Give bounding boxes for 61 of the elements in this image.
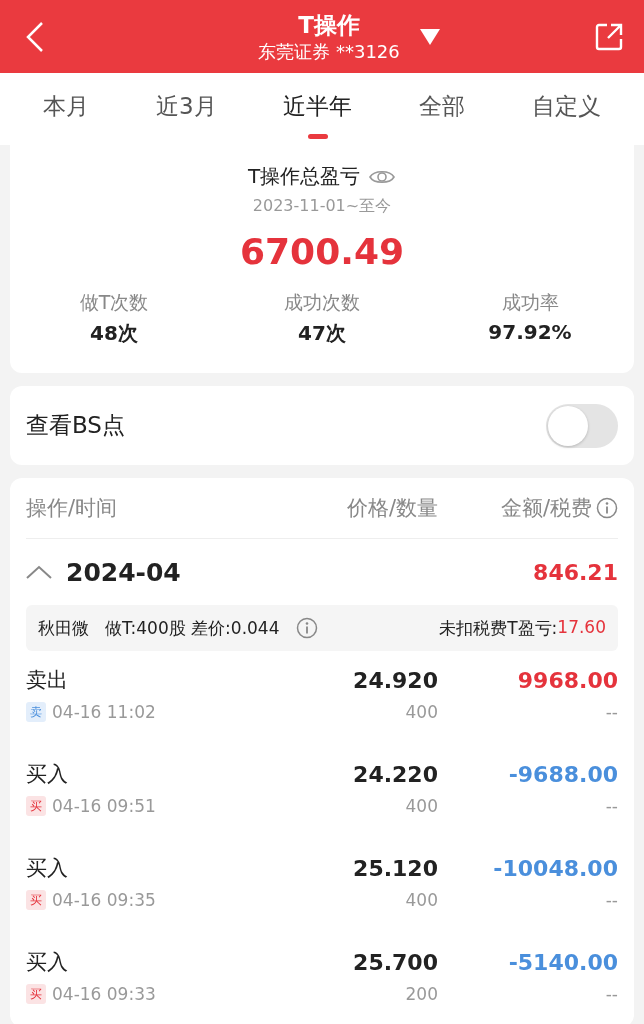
period-tab[interactable]: 本月 [39, 73, 94, 145]
trade-price: 24.220 [353, 761, 438, 787]
profit-label: 未扣税费T盈亏: [439, 616, 558, 640]
trade-price: 24.920 [353, 667, 438, 693]
stat-value: 97.92% [488, 320, 572, 344]
column-header: 操作/时间 [26, 495, 119, 522]
stat-value: 47次 [298, 320, 346, 347]
trade-badge: 买 [26, 890, 46, 910]
stat-value: 48次 [90, 320, 138, 347]
month-label: 2024-04 [66, 557, 181, 587]
total-profit: 6700.49 [240, 231, 404, 272]
stock-detail: 做T:400股 差价:0.044 [105, 616, 280, 640]
trade-badge: 卖 [26, 702, 46, 722]
bs-label: 查看BS点 [26, 411, 125, 440]
trade-action: 买入 [26, 949, 69, 976]
trade-fee: -- [605, 702, 618, 722]
trade-action: 买入 [26, 761, 69, 788]
period-tab[interactable]: 全部 [415, 73, 469, 145]
trade-time: 04-16 09:33 [52, 984, 156, 1004]
trade-badge: 买 [26, 984, 46, 1004]
period-tab[interactable]: 近3月 [152, 73, 221, 145]
summary-title: T操作总盈亏 [247, 163, 361, 190]
month-total: 846.21 [533, 559, 618, 585]
trade-price: 25.700 [353, 949, 438, 975]
period-range: 2023-11-01~至今 [252, 196, 392, 217]
info-icon[interactable] [295, 617, 318, 639]
trade-amount: -9688.00 [508, 761, 618, 787]
trade-action: 卖出 [26, 667, 69, 694]
trade-amount: -5140.00 [508, 949, 618, 975]
profit-value: 17.60 [557, 616, 606, 639]
chevron-up-icon[interactable] [26, 565, 52, 579]
stat-label: 成功率 [501, 290, 559, 315]
trade-fee: -- [605, 796, 618, 816]
trade-action: 买入 [26, 855, 69, 882]
trade-price: 25.120 [353, 855, 438, 881]
trade-time: 04-16 11:02 [52, 702, 156, 722]
trade-time: 04-16 09:51 [52, 796, 156, 816]
trade-quantity: 400 [405, 796, 438, 816]
trade-badge: 买 [26, 796, 46, 816]
trade-time: 04-16 09:35 [52, 890, 156, 910]
trade-amount: -10048.00 [493, 855, 618, 881]
trade-quantity: 400 [405, 702, 438, 722]
stat-label: 成功次数 [284, 290, 360, 315]
column-header: 价格/数量 [346, 495, 438, 522]
column-header: 金额/税费 [500, 495, 592, 522]
period-tab[interactable]: 近半年 [279, 73, 357, 145]
account-label: 东莞证券 **3126 [258, 39, 400, 64]
trade-fee: -- [605, 984, 618, 1004]
stock-name: 秋田微 [38, 616, 89, 640]
trade-amount: 9968.00 [517, 667, 618, 693]
trade-fee: -- [605, 890, 618, 910]
share-icon[interactable] [594, 21, 624, 52]
info-icon[interactable] [596, 497, 618, 519]
page-title: T操作 [298, 10, 360, 40]
bs-toggle[interactable] [546, 403, 618, 448]
dropdown-icon[interactable] [419, 28, 440, 45]
stat-label: 做T次数 [79, 290, 149, 315]
trade-quantity: 200 [405, 984, 438, 1004]
trade-quantity: 400 [405, 890, 438, 910]
back-icon[interactable] [26, 20, 44, 53]
period-tab[interactable]: 自定义 [527, 73, 605, 145]
